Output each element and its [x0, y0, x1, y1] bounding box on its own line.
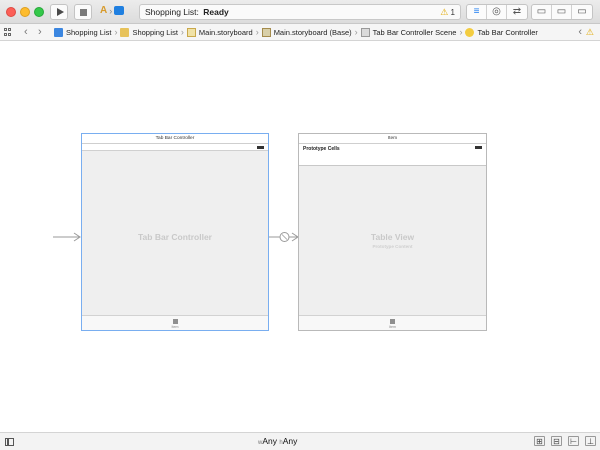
tab-item-label: Item — [171, 325, 179, 329]
navigator-toggle-icon[interactable]: ▭ — [532, 5, 552, 19]
forward-arrow-icon[interactable]: › — [38, 24, 42, 40]
back-arrow-icon[interactable]: ‹ — [24, 24, 28, 40]
minimize-window-button[interactable] — [20, 7, 30, 17]
tab-bar[interactable]: Item — [82, 315, 268, 330]
breadcrumb-label: Main.storyboard — [198, 27, 253, 37]
breadcrumb-label: Shopping List — [132, 27, 178, 37]
scheme-selector[interactable]: A › — [100, 5, 125, 16]
breadcrumb-separator-icon: › — [114, 27, 118, 37]
table-view-placeholder-label: Table View — [370, 232, 415, 242]
breadcrumb-label: Shopping List — [66, 27, 112, 37]
related-items-icon[interactable] — [4, 28, 12, 36]
breadcrumb: Shopping List › Shopping List › Main.sto… — [54, 24, 538, 40]
prototype-cells-label: Prototype Cells — [303, 146, 340, 152]
breadcrumb-item-storyboard[interactable]: Main.storyboard › — [186, 27, 262, 37]
run-button[interactable] — [50, 4, 68, 20]
relationship-segue-arrow[interactable] — [269, 232, 299, 242]
view-toggle-control: ▭ ▭ ▭ — [531, 4, 593, 20]
tab-bar[interactable]: Item — [299, 315, 486, 330]
folder-icon — [120, 27, 130, 37]
warning-icon: ⚠ — [440, 7, 449, 17]
prototype-content-label: Prototype Content — [372, 244, 413, 249]
breadcrumb-item-tab-bar-controller[interactable]: Tab Bar Controller — [465, 27, 538, 37]
tab-item-label: Item — [389, 325, 396, 329]
resolve-issues-icon[interactable]: ⊥ — [585, 436, 596, 446]
utilities-toggle-icon[interactable]: ▭ — [572, 5, 592, 19]
breadcrumb-separator-icon: › — [354, 27, 358, 37]
device-icon — [114, 6, 125, 15]
storyboard-icon — [186, 27, 196, 37]
align-icon[interactable]: ⊞ — [534, 436, 545, 446]
tab-item-icon — [172, 319, 178, 324]
initial-view-controller-arrow[interactable] — [53, 232, 81, 242]
scene-title: Item — [299, 134, 486, 144]
tab-bar-controller-icon — [465, 27, 475, 37]
document-outline-toggle-icon[interactable] — [5, 438, 14, 446]
scene-title: Tab Bar Controller — [82, 134, 268, 144]
storyboard-base-icon — [261, 27, 271, 37]
breadcrumb-item-storyboard-base[interactable]: Main.storyboard (Base) › — [261, 27, 361, 37]
breadcrumb-item-scene[interactable]: Tab Bar Controller Scene › — [360, 27, 466, 37]
previous-issue-arrow-icon[interactable]: ‹ — [578, 24, 582, 40]
version-editor-icon[interactable]: ⇄ — [507, 5, 527, 19]
assistant-editor-icon[interactable]: ◎ — [487, 5, 507, 19]
tab-bar-controller-scene[interactable]: Tab Bar Controller Tab Bar Controller It… — [81, 133, 269, 331]
status-bar — [82, 144, 268, 151]
canvas-bottom-bar: wAny hAny ⊞ ⊟ ⊢ ⊥ — [0, 432, 600, 450]
window-toolbar: A › Shopping List: Ready ⚠ 1 ≡ ◎ ⇄ ▭ ▭ ▭ — [0, 0, 600, 24]
battery-icon — [257, 146, 264, 149]
table-view-controller-scene[interactable]: Item Prototype Cells Table View Prototyp… — [298, 133, 487, 331]
breadcrumb-separator-icon: › — [180, 27, 184, 37]
warning-indicator[interactable]: ⚠ 1 — [440, 5, 455, 20]
battery-icon — [475, 146, 482, 149]
standard-editor-icon[interactable]: ≡ — [467, 5, 487, 19]
warning-count: 1 — [450, 8, 455, 17]
debug-area-toggle-icon[interactable]: ▭ — [552, 5, 572, 19]
width-size-class: Any — [262, 436, 277, 446]
zoom-window-button[interactable] — [34, 7, 44, 17]
breadcrumb-label: Main.storyboard (Base) — [273, 27, 352, 37]
size-class-control[interactable]: wAny hAny — [258, 436, 297, 446]
close-window-button[interactable] — [6, 7, 16, 17]
breadcrumb-label: Tab Bar Controller — [477, 27, 538, 37]
activity-viewer: Shopping List: Ready ⚠ 1 — [139, 4, 461, 20]
height-size-class: Any — [282, 436, 298, 446]
auto-layout-tools: ⊞ ⊟ ⊢ ⊥ — [534, 436, 596, 446]
prototype-cells-section[interactable]: Prototype Cells — [299, 144, 486, 166]
storyboard-canvas[interactable]: Tab Bar Controller Tab Bar Controller It… — [0, 42, 600, 432]
project-icon — [54, 27, 63, 37]
breadcrumb-label: Tab Bar Controller Scene — [372, 27, 457, 37]
tab-item-icon — [390, 319, 395, 324]
stack-icon[interactable]: ⊟ — [551, 436, 562, 446]
stop-button[interactable] — [74, 4, 92, 20]
activity-status: Ready — [203, 7, 229, 17]
breadcrumb-item-folder[interactable]: Shopping List › — [120, 27, 186, 37]
breadcrumb-separator-icon: › — [255, 27, 259, 37]
app-target-icon: A — [100, 5, 108, 16]
breadcrumb-separator-icon: › — [459, 27, 463, 37]
scene-placeholder-label: Tab Bar Controller — [138, 232, 212, 242]
scene-icon — [360, 27, 370, 37]
issue-warning-icon[interactable]: ⚠ — [586, 24, 594, 40]
jump-bar: ‹ › Shopping List › Shopping List › Main… — [0, 24, 600, 41]
pin-icon[interactable]: ⊢ — [568, 436, 579, 446]
activity-app-name: Shopping List: — [145, 7, 199, 17]
breadcrumb-item-project[interactable]: Shopping List › — [54, 27, 120, 37]
editor-mode-control: ≡ ◎ ⇄ — [466, 4, 528, 20]
scheme-chevron-icon: › — [109, 5, 113, 16]
